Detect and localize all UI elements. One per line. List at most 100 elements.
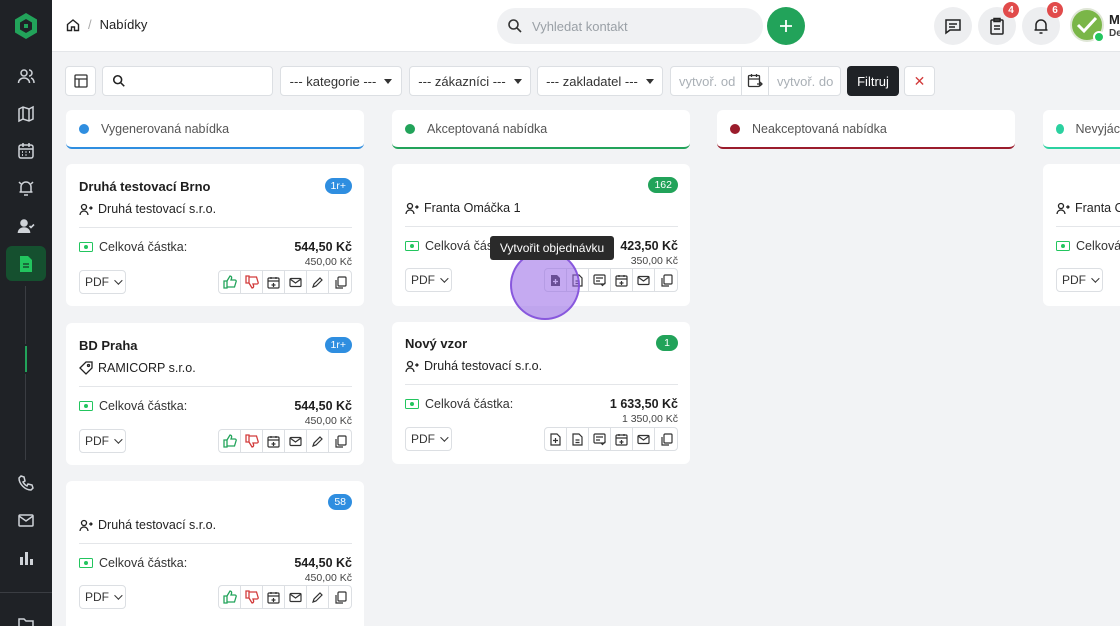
pdf-dropdown[interactable]: PDF: [1056, 268, 1103, 292]
reject-icon[interactable]: [241, 586, 263, 608]
calendar-add-icon[interactable]: [263, 430, 285, 452]
offer-badge: 1: [656, 335, 678, 351]
offer-card[interactable]: BD Praha 1r+ RAMICORP s.r.o. Celková čás…: [66, 323, 364, 465]
stats-icon[interactable]: [14, 546, 38, 570]
amount-total: 544,50 Kč: [294, 240, 352, 254]
pdf-label: PDF: [85, 434, 109, 448]
offer-company[interactable]: Druhá testovací s.r.o.: [79, 202, 216, 216]
pdf-dropdown[interactable]: PDF: [405, 427, 452, 451]
email-icon[interactable]: [285, 271, 307, 293]
offer-card[interactable]: 58 Druhá testovací s.r.o. Celková částka…: [66, 481, 364, 626]
offer-company[interactable]: Franta Omáčka 1: [405, 201, 521, 215]
alarm-icon[interactable]: [14, 176, 38, 200]
email-icon[interactable]: [285, 430, 307, 452]
sidebar-tree-line: [25, 374, 26, 460]
add-button[interactable]: [767, 7, 805, 45]
view-toggle-button[interactable]: [65, 66, 96, 96]
calendar-add-icon[interactable]: [263, 586, 285, 608]
accept-icon[interactable]: [219, 271, 241, 293]
offer-company[interactable]: Franta O: [1056, 201, 1120, 215]
email-icon[interactable]: [285, 586, 307, 608]
pdf-dropdown[interactable]: PDF: [79, 585, 126, 609]
email-icon[interactable]: [633, 428, 655, 450]
phone-icon[interactable]: [14, 471, 38, 495]
amount-net: 450,00 Kč: [304, 415, 352, 427]
edit-icon[interactable]: [307, 586, 329, 608]
calendar-add-icon[interactable]: [263, 271, 285, 293]
search-icon: [112, 74, 125, 87]
clear-filter-button[interactable]: ✕: [904, 66, 935, 96]
filter-button[interactable]: Filtruj: [847, 66, 899, 96]
card-divider: [79, 386, 352, 387]
edit-icon[interactable]: [307, 271, 329, 293]
create-order-icon[interactable]: [545, 428, 567, 450]
offer-title[interactable]: Druhá testovací Brno: [79, 179, 210, 194]
mail-icon[interactable]: [14, 508, 38, 532]
offer-company[interactable]: RAMICORP s.r.o.: [79, 361, 196, 375]
invoice-icon[interactable]: [567, 428, 589, 450]
accept-icon[interactable]: [219, 586, 241, 608]
sidebar-divider: [0, 592, 52, 593]
company-name: Franta O: [1075, 201, 1120, 215]
column-title: Nevyjác: [1075, 121, 1120, 136]
messages-button[interactable]: [934, 7, 972, 45]
cash-icon: [405, 241, 419, 251]
offer-card[interactable]: Nový vzor 1 Druhá testovací s.r.o. Celko…: [392, 322, 690, 464]
copy-icon[interactable]: [655, 428, 677, 450]
notifications-button[interactable]: 6: [1022, 2, 1063, 45]
user-name[interactable]: M: [1109, 12, 1120, 27]
date-from-input[interactable]: [671, 73, 741, 89]
clipboard-icon: [990, 17, 1004, 35]
checklist-icon[interactable]: [589, 428, 611, 450]
pdf-label: PDF: [1062, 273, 1086, 287]
offer-title[interactable]: BD Praha: [79, 338, 138, 353]
pdf-dropdown[interactable]: PDF: [79, 270, 126, 294]
category-select[interactable]: --- kategorie ---: [280, 66, 402, 96]
contact-search[interactable]: [497, 8, 763, 44]
offer-card[interactable]: Franta O Celková PDF: [1043, 164, 1120, 306]
folder-icon[interactable]: [14, 612, 38, 626]
pdf-label: PDF: [85, 275, 109, 289]
reject-icon[interactable]: [241, 271, 263, 293]
map-icon[interactable]: [14, 102, 38, 126]
document-icon[interactable]: [14, 252, 38, 276]
pdf-dropdown[interactable]: PDF: [79, 429, 126, 453]
user-avatar[interactable]: [1070, 8, 1105, 43]
pdf-dropdown[interactable]: PDF: [405, 268, 452, 292]
date-to-input[interactable]: [769, 73, 839, 89]
filter-search[interactable]: [102, 66, 273, 96]
contacts-icon[interactable]: [14, 64, 38, 88]
contact-search-input[interactable]: [532, 18, 732, 34]
reject-icon[interactable]: [241, 430, 263, 452]
checklist-icon[interactable]: [589, 269, 611, 291]
filter-search-input[interactable]: [134, 73, 264, 89]
date-range: [670, 66, 841, 96]
customers-select-value: --- zákazníci ---: [418, 73, 506, 89]
tasks-badge: 4: [1003, 2, 1019, 18]
customers-select[interactable]: --- zákazníci ---: [409, 66, 531, 96]
amount-label-text: Celková částka:: [425, 397, 514, 411]
caret-down-icon: [384, 78, 393, 84]
offer-card[interactable]: Druhá testovací Brno 1r+ Druhá testovací…: [66, 164, 364, 306]
edit-icon[interactable]: [307, 430, 329, 452]
calendar-icon[interactable]: [14, 139, 38, 163]
offer-company[interactable]: Druhá testovací s.r.o.: [79, 518, 216, 532]
app-logo[interactable]: [13, 12, 39, 40]
copy-icon[interactable]: [655, 269, 677, 291]
copy-icon[interactable]: [329, 271, 351, 293]
founder-select[interactable]: --- zakladatel ---: [537, 66, 663, 96]
tasks-button[interactable]: 4: [978, 2, 1019, 45]
accept-icon[interactable]: [219, 430, 241, 452]
offer-title[interactable]: Nový vzor: [405, 336, 467, 351]
calendar-add-icon[interactable]: [611, 269, 633, 291]
amount-label-text: Celková částka:: [99, 556, 188, 570]
email-icon[interactable]: [633, 269, 655, 291]
user-check-icon[interactable]: [14, 214, 38, 238]
home-icon[interactable]: [66, 18, 80, 32]
calendar-add-icon[interactable]: [611, 428, 633, 450]
copy-icon[interactable]: [329, 586, 351, 608]
amount-label-text: Celková: [1076, 239, 1120, 253]
copy-icon[interactable]: [329, 430, 351, 452]
offer-company[interactable]: Druhá testovací s.r.o.: [405, 359, 542, 373]
date-range-icon[interactable]: [741, 67, 769, 95]
